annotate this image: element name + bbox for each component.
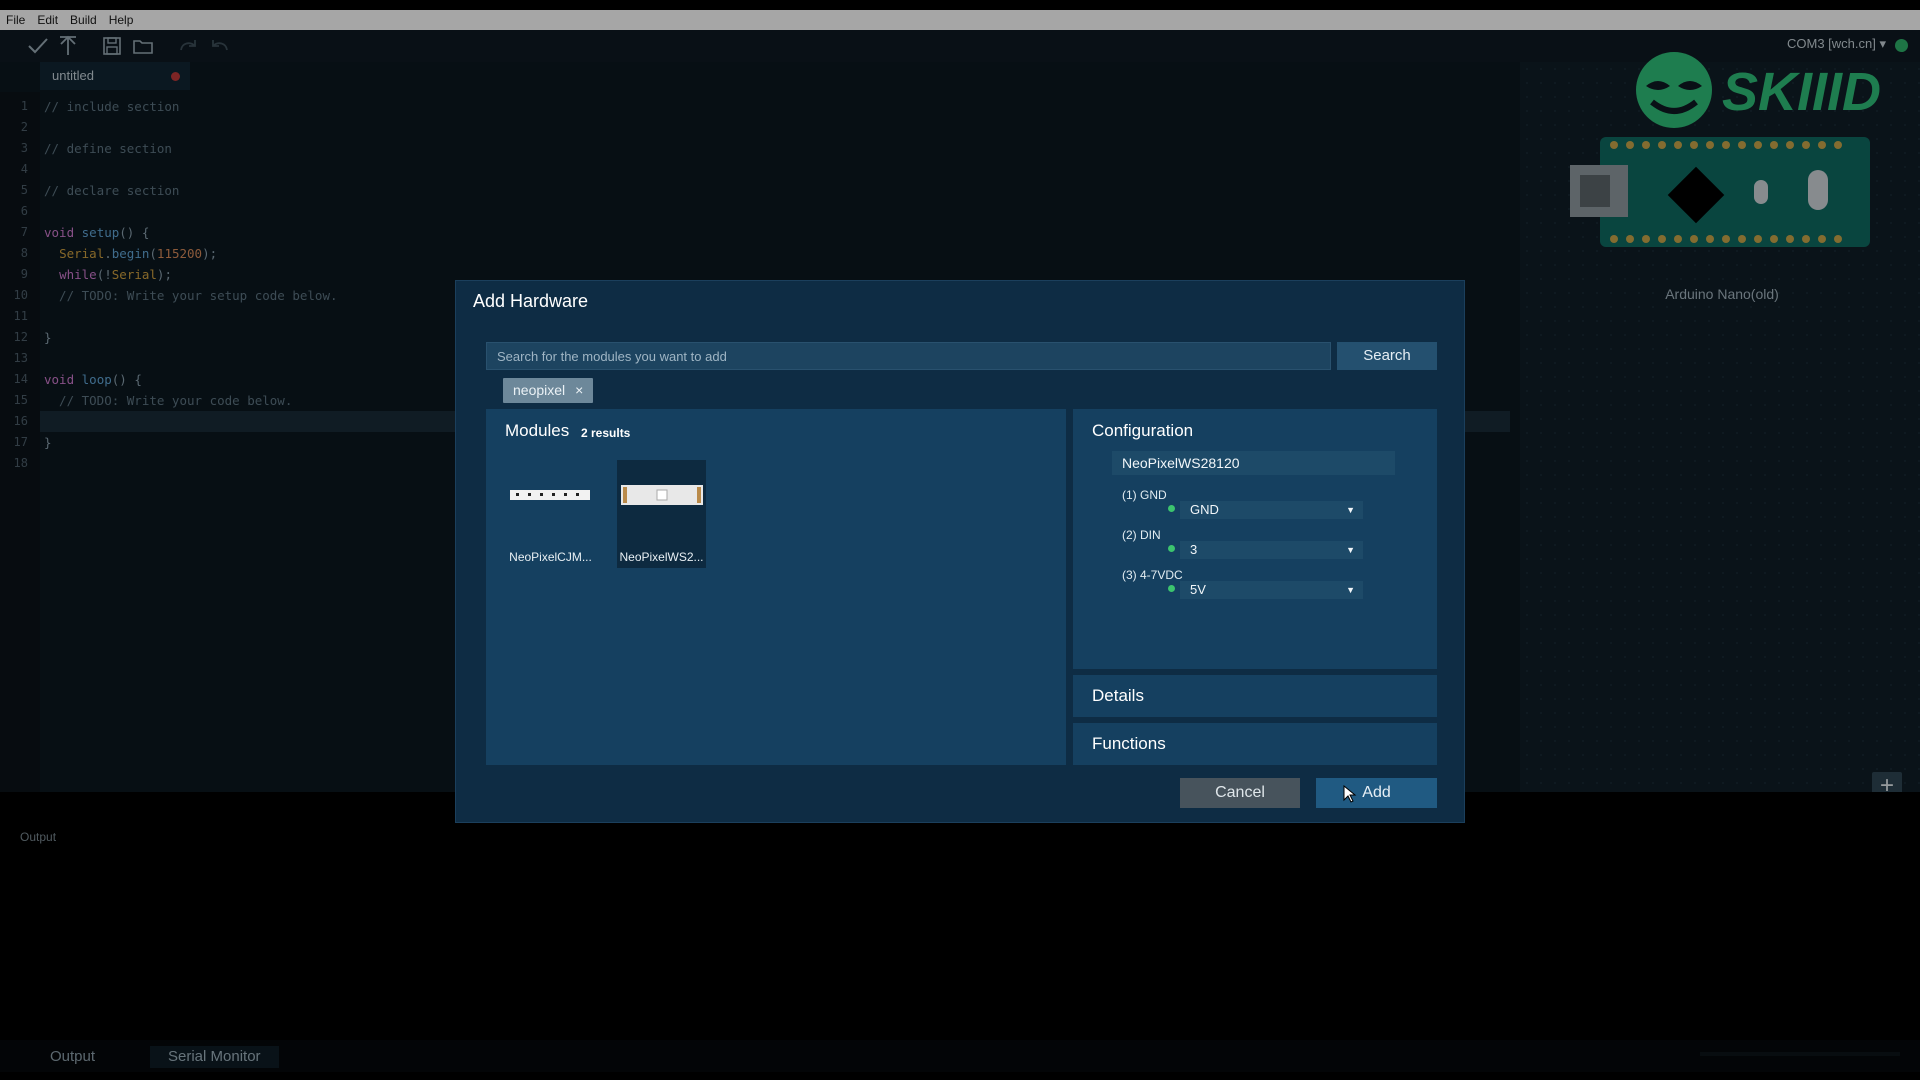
pin-select-din[interactable]: 3 ▼ [1180, 541, 1363, 559]
search-button[interactable]: Search [1337, 342, 1437, 370]
pin-label-gnd: (1) GND [1122, 488, 1167, 502]
pin-status-dot [1168, 545, 1175, 552]
module-search-input[interactable] [486, 342, 1331, 370]
filter-chip-label: neopixel [513, 382, 566, 398]
results-count: 2 results [581, 426, 631, 440]
chip-close-icon[interactable]: × [575, 382, 583, 398]
pin-status-dot [1168, 505, 1175, 512]
add-button[interactable]: Add [1316, 778, 1437, 808]
details-section-header[interactable]: Details [1073, 675, 1437, 717]
modules-title: Modules [505, 421, 570, 440]
pin-select-value: 3 [1190, 542, 1198, 557]
configuration-title: Configuration [1092, 421, 1194, 440]
dropdown-caret-icon: ▼ [1346, 505, 1355, 515]
mouse-cursor-icon [1343, 785, 1357, 803]
pin-label-vdc: (3) 4-7VDC [1122, 568, 1183, 582]
pin-select-value: GND [1190, 502, 1219, 517]
neopixel-strip-thumbnail-icon [621, 485, 703, 505]
module-card-cjmcu[interactable]: NeoPixelCJM... [506, 460, 595, 568]
module-card-ws2812[interactable]: NeoPixelWS2... [617, 460, 706, 568]
filter-chip: neopixel × [503, 378, 594, 403]
functions-section-header[interactable]: Functions [1073, 723, 1437, 765]
pin-status-dot [1168, 585, 1175, 592]
pin-select-value: 5V [1190, 582, 1206, 597]
led-strip-thumbnail-icon [510, 490, 590, 500]
add-hardware-dialog: Add Hardware Search neopixel × Modules 2 … [455, 280, 1465, 823]
dropdown-caret-icon: ▼ [1346, 585, 1355, 595]
module-name: NeoPixelWS2... [619, 550, 704, 564]
pin-select-gnd[interactable]: GND ▼ [1180, 501, 1363, 519]
dropdown-caret-icon: ▼ [1346, 545, 1355, 555]
module-name: NeoPixelCJM... [509, 550, 592, 564]
dialog-title: Add Hardware [473, 291, 589, 311]
modules-panel: Modules 2 results NeoPixelCJM... NeoPixe… [486, 409, 1066, 765]
cancel-button[interactable]: Cancel [1180, 778, 1300, 808]
pin-label-din: (2) DIN [1122, 528, 1161, 542]
instance-name-input[interactable]: NeoPixelWS28120 [1112, 451, 1395, 475]
configuration-panel: Configuration NeoPixelWS28120 (1) GND GN… [1073, 409, 1437, 669]
pin-select-vdc[interactable]: 5V ▼ [1180, 581, 1363, 599]
